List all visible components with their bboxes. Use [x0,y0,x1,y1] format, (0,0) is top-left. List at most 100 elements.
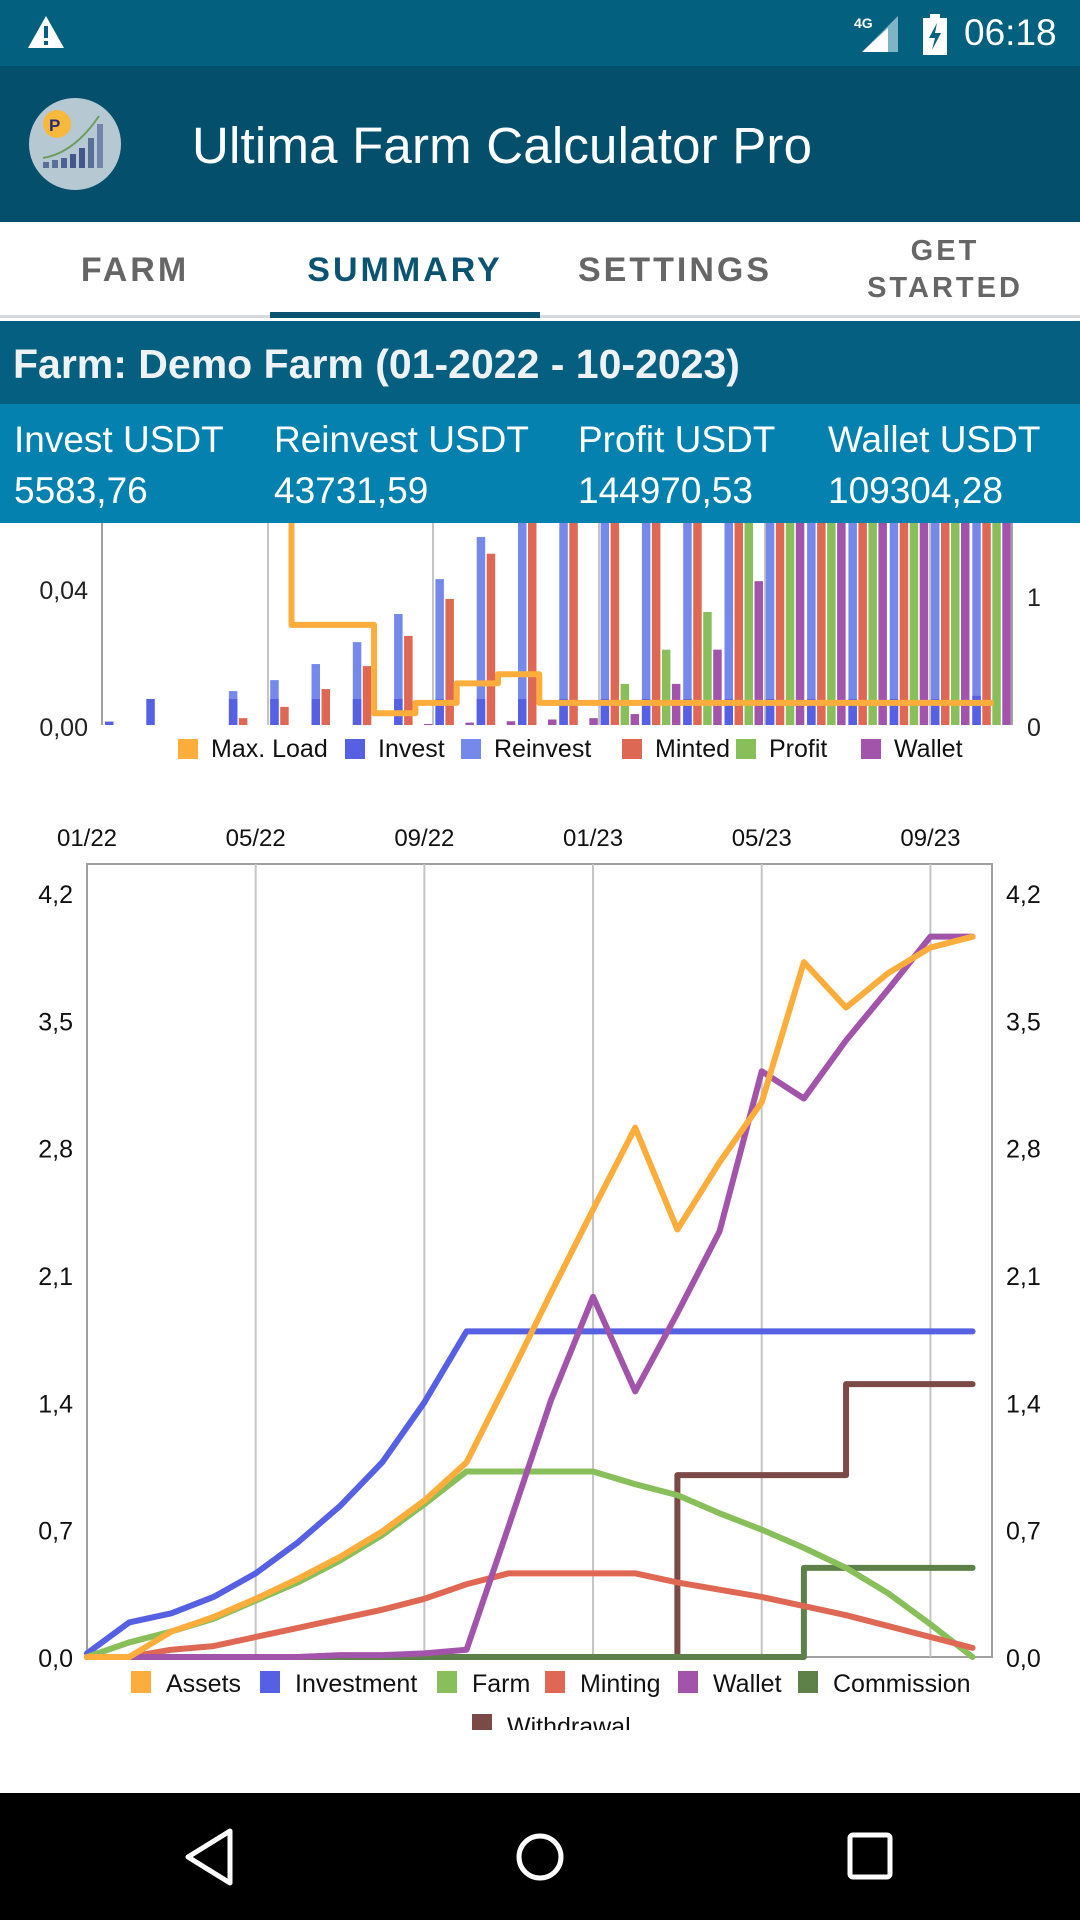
bar-chart[interactable]: 0,00 0,04 0 1 Max. Load Invest Reinvest Minted P… [0,523,1080,763]
bar-minted [941,523,950,725]
bar-invest [311,698,320,725]
tab-farm[interactable]: FARM [0,222,270,318]
stat-value: 43731,59 [274,470,429,511]
tab-settings[interactable]: SETTINGS [540,222,810,318]
bar-reinvest [600,523,610,725]
legend-label: Commission [833,1670,971,1698]
bar-wallet [589,718,598,725]
legend-label: Profit [769,735,827,763]
legend-label: Reinvest [494,735,591,763]
tab-bar: FARM SUMMARY SETTINGS GET STARTED [0,222,1080,318]
tab-summary[interactable]: SUMMARY [270,222,540,318]
navigation-bar [0,1793,1080,1920]
bar-profit [909,523,919,725]
bar-y-tick-right: 0 [1027,714,1041,742]
line-chart[interactable]: 01/22 05/22 09/22 01/23 05/23 09/23 0,0 0,0 0,7 0… [0,800,1080,1730]
bar-invest [270,698,279,725]
bar-wallet [630,714,640,725]
bar-profit [827,523,836,725]
bar-reinvest [765,523,775,725]
stat-value: 5583,76 [14,470,148,511]
bar-wallet [961,523,970,725]
farm-title: Farm: Demo Farm (01-2022 - 10-2023) [0,321,1080,404]
clock: 06:18 [964,12,1057,53]
legend-label: Farm [472,1670,530,1698]
bar-minted [362,666,372,725]
legend-label: Assets [166,1670,241,1698]
y-tick-right: 3,5 [1006,1008,1041,1036]
legend-swatch [545,1671,565,1693]
bar-invest [352,698,362,725]
legend-label: Withdrawal [507,1713,631,1730]
bar-minted [858,523,867,725]
legend-label: Max. Load [211,735,328,763]
bar-reinvest [476,536,486,725]
bar-profit [868,523,877,725]
app-logo: P [29,98,121,190]
stat-value: 109304,28 [828,470,1003,511]
legend-swatch [678,1671,698,1693]
stat-reinvest: Reinvest USDT 43731,59 [274,414,529,516]
bar-invest [518,698,527,725]
y-tick-right: 4,2 [1006,881,1041,909]
bar-y-tick-right: 1 [1027,584,1041,612]
bar-minted [610,523,620,725]
bar-profit [951,523,960,725]
bar-reinvest [518,523,527,725]
legend-swatch [437,1671,457,1693]
x-tick-label: 01/23 [563,825,623,852]
y-tick-right: 1,4 [1006,1390,1041,1418]
bar-minted [280,706,289,725]
home-icon[interactable] [504,1821,576,1893]
recents-icon[interactable] [834,1821,906,1893]
x-tick-label: 05/22 [226,825,286,852]
bar-minted [651,523,661,725]
stat-label: Reinvest USDT [274,419,529,460]
bar-wallet [713,649,722,725]
tab-get-started[interactable]: GET STARTED [810,222,1080,318]
x-tick-label: 09/22 [394,825,454,852]
bar-wallet [837,523,846,725]
signal-icon: 4G [854,15,898,52]
bar-invest [476,698,486,725]
legend-label: Invest [378,735,445,763]
summary-stats: Invest USDT 5583,76 Reinvest USDT 43731,… [0,404,1080,523]
bar-minted [238,718,248,725]
bar-profit [992,523,1001,725]
legend-swatch [178,739,198,759]
y-tick-left: 0,7 [38,1518,73,1546]
network-type: 4G [854,15,873,31]
y-tick-right: 2,1 [1006,1263,1041,1291]
stat-wallet: Wallet USDT 109304,28 [828,414,1040,516]
legend-swatch [861,739,881,759]
y-tick-left: 2,8 [38,1136,73,1164]
bar-minted [817,523,826,725]
y-tick-left: 0,0 [38,1645,73,1673]
legend-swatch [345,739,365,759]
bar-minted [982,523,991,725]
line-plot-frame [86,863,993,1658]
stat-label: Wallet USDT [828,419,1041,460]
bar-invest [228,698,238,725]
y-tick-right: 0,0 [1006,1645,1041,1673]
warning-icon [28,16,64,48]
bar-reinvest [724,523,733,725]
x-tick-label: 09/23 [900,825,960,852]
bar-invest [146,698,155,725]
bar-minted [486,553,496,725]
x-tick-label: 05/23 [732,825,792,852]
status-bar: 4G 06:18 [0,0,1080,66]
bar-minted [569,523,578,725]
bar-minted [528,523,537,725]
bar-profit [785,523,795,725]
bar-wallet [795,523,805,725]
legend-label: Investment [295,1670,417,1698]
bar-profit [661,649,671,725]
bar-minted [775,523,785,725]
back-icon[interactable] [172,1821,244,1893]
bar-profit [744,523,753,725]
legend-swatch [131,1671,151,1693]
bar-wallet [506,721,516,725]
bar-wallet [424,723,433,725]
bar-reinvest [683,523,692,725]
